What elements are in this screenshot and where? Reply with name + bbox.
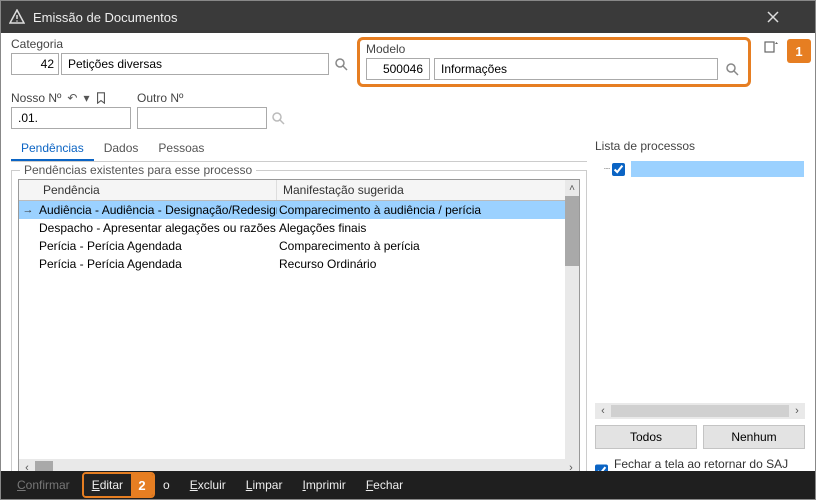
- tab-pendencias[interactable]: Pendências: [11, 137, 94, 161]
- grid-row[interactable]: Despacho - Apresentar alegações ou razõe…: [19, 219, 579, 237]
- modelo-code-input[interactable]: [366, 58, 430, 80]
- cell-pendencia: Perícia - Perícia Agendada: [37, 239, 277, 253]
- right-horizontal-scrollbar[interactable]: ‹ ›: [595, 403, 805, 419]
- categoria-code-input[interactable]: [11, 53, 59, 75]
- grid-vertical-scrollbar[interactable]: ˄: [565, 180, 579, 459]
- cell-pendencia: Despacho - Apresentar alegações ou razõe…: [37, 221, 277, 235]
- imprimir-button[interactable]: Imprimir: [294, 474, 353, 496]
- grid-row[interactable]: Perícia - Perícia Agendada Recurso Ordin…: [19, 255, 579, 273]
- outro-no-input[interactable]: [137, 107, 267, 129]
- grid-row[interactable]: → Audiência - Audiência - Designação/Red…: [19, 201, 579, 219]
- window-title: Emissão de Documentos: [33, 10, 767, 25]
- tab-dados[interactable]: Dados: [94, 137, 149, 161]
- process-label[interactable]: [631, 161, 804, 177]
- nenhum-button[interactable]: Nenhum: [703, 425, 805, 449]
- scroll-left-icon[interactable]: ‹: [595, 405, 611, 417]
- process-checkbox[interactable]: [612, 163, 625, 176]
- tool-icon-1[interactable]: [761, 37, 781, 57]
- modelo-text-input[interactable]: [434, 58, 718, 80]
- editar-highlighted-button: Editar 2: [82, 472, 155, 498]
- processos-tree[interactable]: ┈: [595, 159, 805, 399]
- grid-col-pendencia[interactable]: Pendência: [37, 180, 277, 200]
- cell-pendencia: Audiência - Audiência - Designação/Redes…: [37, 203, 277, 217]
- modelo-label: Modelo: [366, 42, 742, 56]
- scroll-up-icon[interactable]: ˄: [565, 180, 579, 196]
- close-window-button[interactable]: [767, 11, 807, 23]
- process-tree-item[interactable]: ┈: [596, 160, 804, 178]
- categoria-lookup-button[interactable]: [331, 54, 351, 74]
- app-icon: [9, 9, 25, 25]
- cell-pendencia: Perícia - Perícia Agendada: [37, 257, 277, 271]
- categoria-text-input[interactable]: [61, 53, 329, 75]
- grid-row[interactable]: Perícia - Perícia Agendada Compareciment…: [19, 237, 579, 255]
- nosso-no-label: Nosso Nº: [11, 91, 61, 105]
- undo-icon[interactable]: ↶: [67, 91, 77, 105]
- modelo-lookup-button[interactable]: [722, 59, 742, 79]
- callout-2-badge: 2: [131, 474, 153, 496]
- fechar-button[interactable]: Fechar: [358, 474, 411, 496]
- callout-1-badge: 1: [787, 39, 811, 63]
- action-bar: Confirmar Editar 2 o Excluir Limpar Impr…: [1, 471, 815, 499]
- groupbox-title: Pendências existentes para esse processo: [20, 163, 256, 177]
- form-area: Categoria Modelo: [1, 33, 815, 137]
- bookmark-icon[interactable]: [96, 92, 106, 104]
- pendencias-groupbox: Pendências existentes para esse processo…: [11, 170, 587, 485]
- editar-button[interactable]: Editar: [84, 474, 131, 496]
- outro-no-label: Outro Nº: [137, 91, 287, 105]
- pendencias-grid[interactable]: Pendência Manifestação sugerida → Audiên…: [18, 179, 580, 478]
- excluir-button[interactable]: Excluir: [182, 474, 234, 496]
- title-bar: Emissão de Documentos: [1, 1, 815, 33]
- tree-connector-icon: ┈: [604, 164, 610, 175]
- cell-manifestacao: Recurso Ordinário: [277, 257, 579, 271]
- confirmar-button[interactable]: Confirmar: [9, 474, 78, 496]
- grid-col-manifestacao[interactable]: Manifestação sugerida: [277, 180, 579, 200]
- lista-processos-title: Lista de processos: [595, 139, 805, 153]
- cell-manifestacao: Comparecimento à perícia: [277, 239, 579, 253]
- tabs-bar: Pendências Dados Pessoas: [11, 137, 587, 162]
- cell-manifestacao: Comparecimento à audiência / perícia: [277, 203, 579, 217]
- scroll-right-icon[interactable]: ›: [789, 405, 805, 417]
- row-pointer-icon: →: [19, 204, 37, 216]
- todos-button[interactable]: Todos: [595, 425, 697, 449]
- categoria-label: Categoria: [11, 37, 351, 51]
- dropdown-arrow-icon[interactable]: ▾: [83, 91, 89, 105]
- outro-no-lookup-button[interactable]: [269, 108, 287, 128]
- tab-pessoas[interactable]: Pessoas: [148, 137, 214, 161]
- novo-button-partial[interactable]: o: [155, 474, 178, 496]
- modelo-highlighted-field: Modelo: [357, 37, 751, 87]
- nosso-no-input[interactable]: [11, 107, 131, 129]
- limpar-button[interactable]: Limpar: [238, 474, 291, 496]
- cell-manifestacao: Alegações finais: [277, 221, 579, 235]
